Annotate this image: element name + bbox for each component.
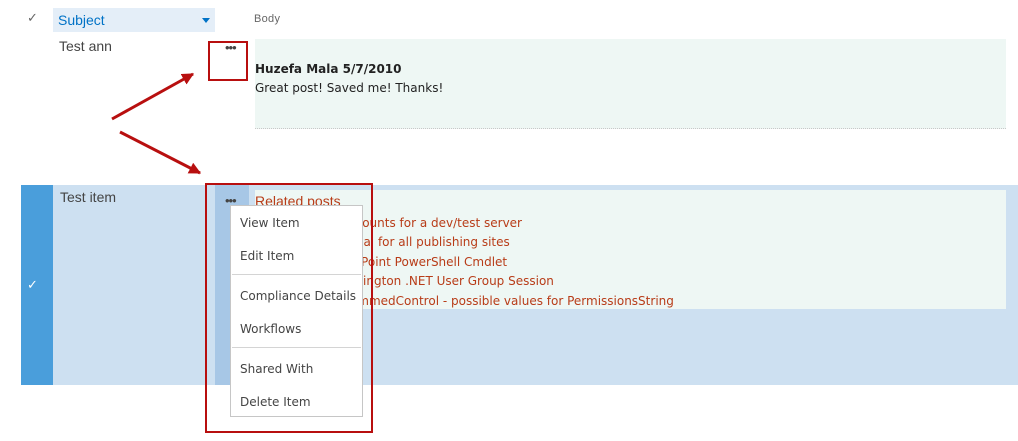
annotation-arrow <box>111 72 195 121</box>
annotation-arrows <box>111 72 202 175</box>
annotation-arrow <box>119 130 202 175</box>
